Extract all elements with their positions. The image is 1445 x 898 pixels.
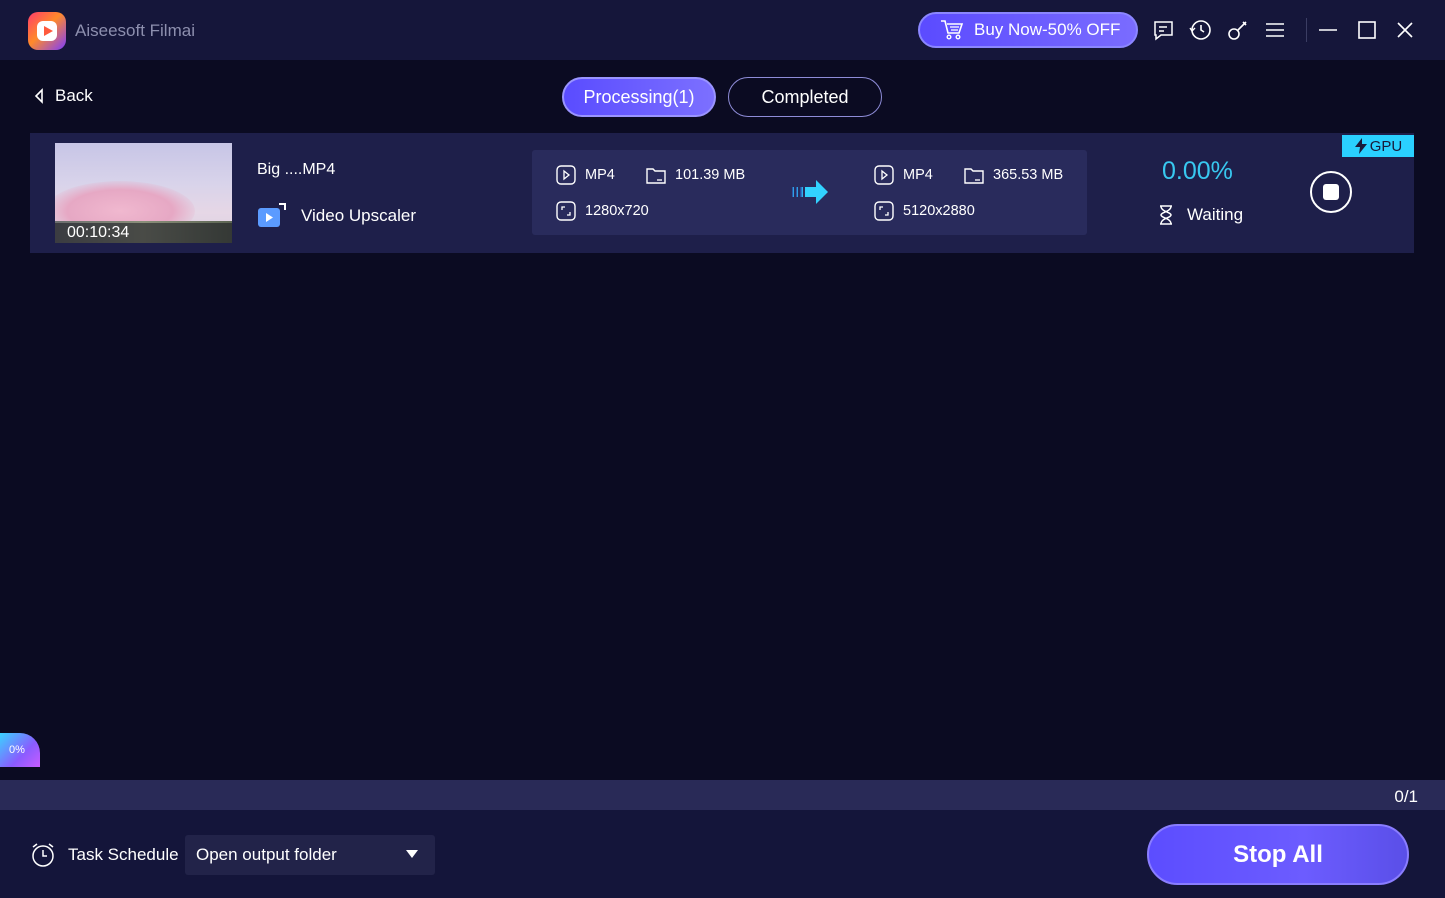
title-bar: Aiseesoft Filmai Buy Now-50% OFF xyxy=(0,0,1445,60)
output-resolution-value: 5120x2880 xyxy=(903,203,975,219)
buy-now-label: Buy Now-50% OFF xyxy=(974,20,1121,39)
task-card: 00:10:34 Big ....MP4 Video Upscaler MP4 … xyxy=(30,133,1414,253)
feedback-icon[interactable] xyxy=(1152,18,1176,42)
output-format-value: MP4 xyxy=(903,167,933,183)
task-schedule[interactable]: Task Schedule xyxy=(30,842,179,868)
tool-label: Video Upscaler xyxy=(301,206,416,225)
task-schedule-label: Task Schedule xyxy=(68,845,179,864)
after-action-value: Open output folder xyxy=(196,845,337,864)
lightning-icon xyxy=(1354,138,1367,154)
video-format-icon xyxy=(874,165,894,185)
side-progress-badge[interactable]: 0% xyxy=(0,733,40,767)
status-label: Waiting xyxy=(1187,205,1244,224)
video-format-icon xyxy=(556,165,576,185)
progress-strip xyxy=(0,780,1445,810)
cart-icon xyxy=(941,20,964,40)
play-icon xyxy=(44,26,53,36)
back-button[interactable]: Back xyxy=(33,86,93,106)
source-size: 101.39 MB xyxy=(645,164,745,186)
output-format: MP4 xyxy=(873,164,933,186)
source-resolution: 1280x720 xyxy=(555,200,649,222)
after-action-select[interactable]: Open output folder xyxy=(185,835,435,875)
convert-arrow-icon xyxy=(792,180,828,204)
source-format-value: MP4 xyxy=(585,167,615,183)
gpu-label: GPU xyxy=(1369,137,1403,155)
maximize-icon[interactable] xyxy=(1355,18,1379,42)
folder-icon xyxy=(646,168,666,184)
output-size: 365.53 MB xyxy=(963,164,1063,186)
output-resolution: 5120x2880 xyxy=(873,200,975,222)
resolution-icon xyxy=(874,201,894,221)
folder-icon xyxy=(964,168,984,184)
chevron-down-icon xyxy=(406,850,418,858)
app-title: Aiseesoft Filmai xyxy=(75,21,195,40)
stop-task-button[interactable] xyxy=(1310,171,1352,213)
chevron-left-icon xyxy=(34,88,43,104)
menu-icon[interactable] xyxy=(1263,18,1287,42)
video-thumbnail[interactable]: 00:10:34 xyxy=(55,143,232,243)
file-name: Big ....MP4 xyxy=(257,161,336,178)
alarm-clock-icon xyxy=(32,843,54,867)
buy-now-button[interactable]: Buy Now-50% OFF xyxy=(918,12,1138,48)
tab-processing[interactable]: Processing(1) xyxy=(562,77,716,117)
video-upscaler-icon xyxy=(258,203,286,227)
task-status: Waiting xyxy=(1157,205,1243,225)
source-resolution-value: 1280x720 xyxy=(585,203,649,219)
conversion-info: MP4 101.39 MB 1280x720 MP4 365.53 MB 512… xyxy=(532,150,1087,235)
close-icon[interactable] xyxy=(1393,18,1417,42)
minimize-icon[interactable] xyxy=(1316,18,1340,42)
video-duration: 00:10:34 xyxy=(55,223,232,243)
back-label: Back xyxy=(55,86,93,105)
gpu-badge: GPU xyxy=(1342,135,1414,157)
stop-all-button[interactable]: Stop All xyxy=(1147,824,1409,885)
app-logo xyxy=(28,12,66,50)
key-icon[interactable] xyxy=(1226,18,1250,42)
task-count: 0/1 xyxy=(1394,787,1418,806)
hourglass-icon xyxy=(1160,205,1172,225)
progress-percent: 0.00% xyxy=(1162,157,1233,185)
source-size-value: 101.39 MB xyxy=(675,167,746,183)
output-size-value: 365.53 MB xyxy=(993,167,1064,183)
stop-icon xyxy=(1323,184,1339,200)
resolution-icon xyxy=(556,201,576,221)
titlebar-divider xyxy=(1306,18,1307,42)
tool-label-row: Video Upscaler xyxy=(257,203,416,229)
source-format: MP4 xyxy=(555,164,615,186)
tab-completed[interactable]: Completed xyxy=(728,77,882,117)
history-icon[interactable] xyxy=(1189,18,1213,42)
